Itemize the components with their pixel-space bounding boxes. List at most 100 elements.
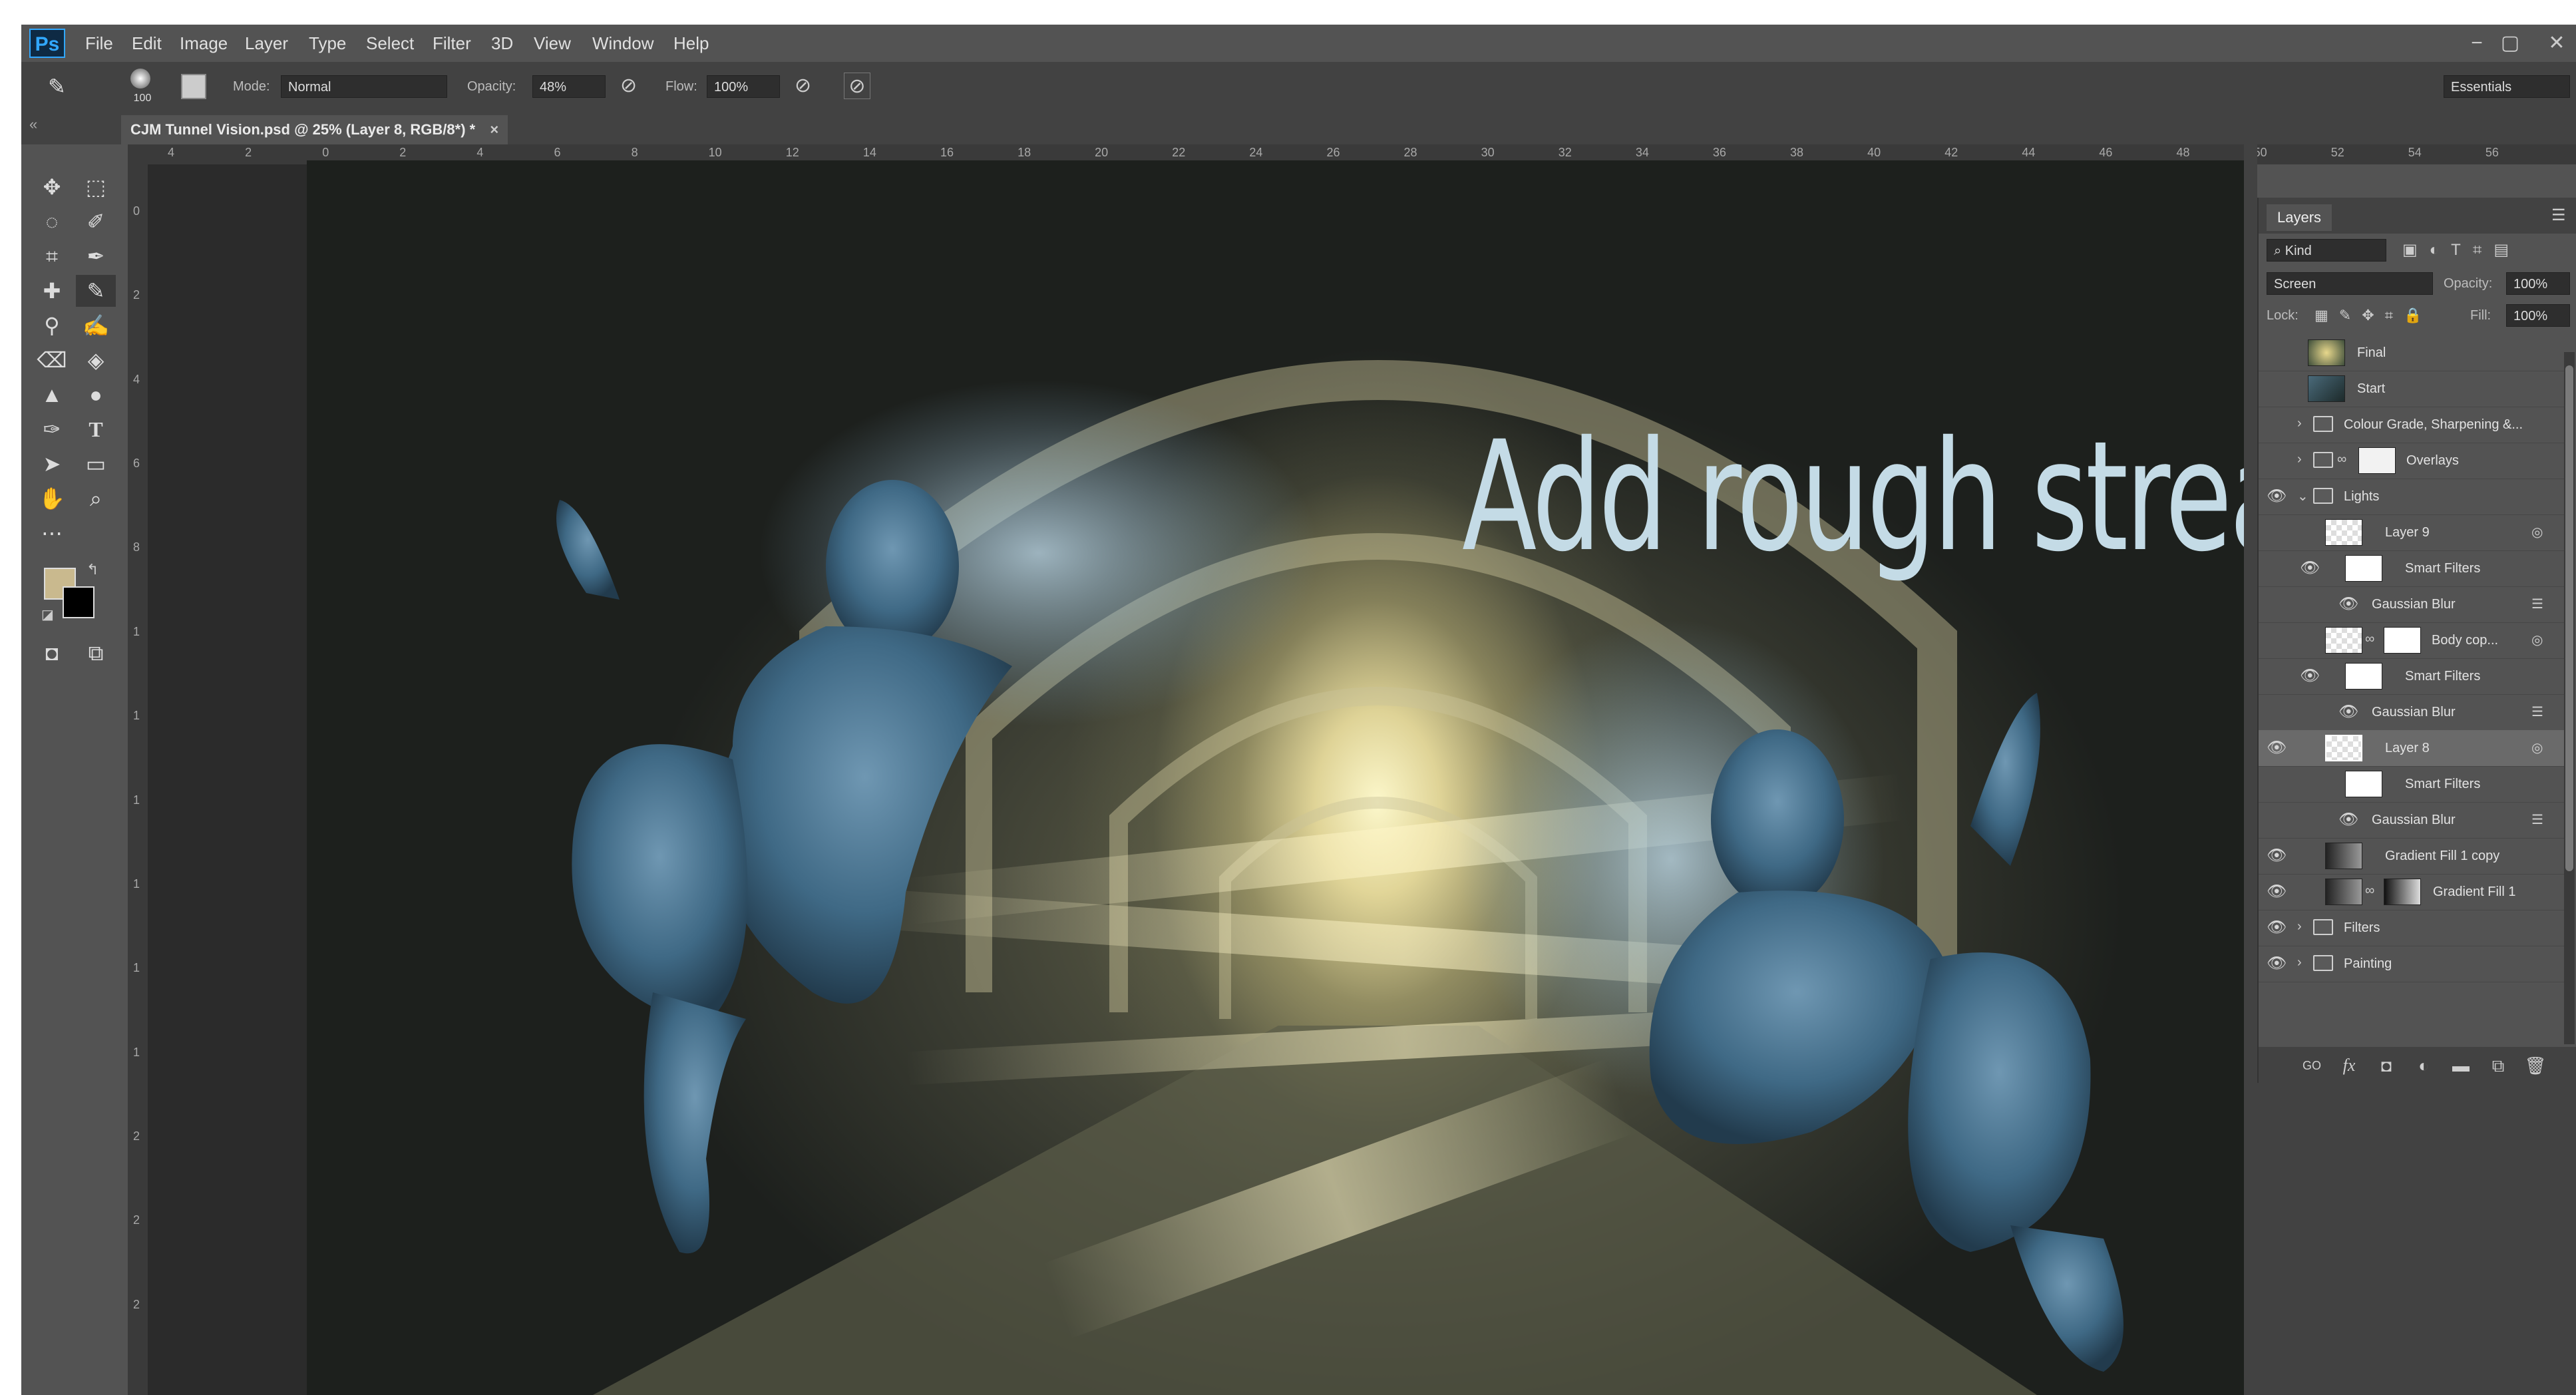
- history-brush-tool-icon[interactable]: ✍: [76, 309, 116, 341]
- path-selection-tool-icon[interactable]: ➤: [32, 448, 72, 480]
- layer-row-body-copy[interactable]: ∞ Body cop... ◎: [2259, 622, 2565, 659]
- expand-chevron-icon[interactable]: ›: [2297, 416, 2302, 431]
- clone-stamp-tool-icon[interactable]: ⚲: [32, 309, 72, 341]
- visibility-eye-icon[interactable]: 👁: [2267, 739, 2287, 757]
- background-color-swatch[interactable]: [63, 586, 94, 618]
- close-icon[interactable]: ✕: [2543, 30, 2570, 57]
- lasso-tool-icon[interactable]: ◌: [32, 206, 72, 238]
- visibility-toggle-empty[interactable]: [2267, 344, 2287, 361]
- layer-group-lights[interactable]: 👁 ⌄ Lights: [2259, 479, 2565, 515]
- layer-group-filters[interactable]: 👁 › Filters: [2259, 910, 2565, 946]
- brush-panel-icon[interactable]: [181, 74, 206, 99]
- quick-mask-icon[interactable]: ◘: [32, 637, 72, 669]
- marquee-tool-icon[interactable]: ⬚: [76, 171, 116, 203]
- hand-tool-icon[interactable]: ✋: [32, 483, 72, 514]
- mode-select[interactable]: Normal: [281, 75, 447, 98]
- layer-group-overlays[interactable]: › ∞ Overlays: [2259, 443, 2565, 479]
- filter-gaussian-blur[interactable]: 👁 Gaussian Blur ☰: [2259, 802, 2565, 839]
- link-layers-icon[interactable]: GO: [2299, 1052, 2325, 1079]
- layer-row-final[interactable]: Final: [2259, 335, 2565, 371]
- visibility-toggle-empty[interactable]: [2267, 524, 2287, 541]
- smart-filter-icon[interactable]: ◎: [2531, 739, 2543, 756]
- minimize-icon[interactable]: −: [2464, 30, 2490, 57]
- screen-mode-icon[interactable]: ⧉: [76, 637, 116, 669]
- visibility-toggle-empty[interactable]: [2267, 380, 2287, 397]
- dodge-tool-icon[interactable]: ●: [76, 379, 116, 411]
- panel-menu-icon[interactable]: ☰: [2551, 206, 2571, 226]
- visibility-eye-icon[interactable]: 👁: [2300, 560, 2320, 577]
- visibility-toggle-empty[interactable]: [2267, 632, 2287, 649]
- visibility-toggle-empty[interactable]: [2267, 452, 2287, 469]
- menu-3d[interactable]: 3D: [491, 25, 513, 62]
- menu-layer[interactable]: Layer: [245, 25, 288, 62]
- expand-chevron-icon[interactable]: ›: [2297, 452, 2302, 467]
- visibility-eye-icon[interactable]: 👁: [2338, 703, 2358, 721]
- document-tab[interactable]: CJM Tunnel Vision.psd @ 25% (Layer 8, RG…: [121, 115, 508, 144]
- smart-filters-row[interactable]: Smart Filters: [2259, 766, 2565, 803]
- eyedropper-tool-icon[interactable]: ✒: [76, 240, 116, 272]
- menu-edit[interactable]: Edit: [132, 25, 162, 62]
- layer-row-layer-9[interactable]: Layer 9 ◎: [2259, 514, 2565, 551]
- delete-layer-icon[interactable]: 🗑: [2522, 1052, 2549, 1079]
- pressure-opacity-icon[interactable]: ⊘: [620, 73, 647, 99]
- menu-image[interactable]: Image: [180, 25, 228, 62]
- brush-preset-picker[interactable]: 100: [121, 65, 161, 108]
- menu-filter[interactable]: Filter: [433, 25, 471, 62]
- menu-select[interactable]: Select: [366, 25, 414, 62]
- expand-chevron-icon[interactable]: ›: [2297, 919, 2302, 934]
- smart-filters-row[interactable]: 👁 Smart Filters: [2259, 658, 2565, 695]
- layer-group-painting[interactable]: 👁 › Painting: [2259, 946, 2565, 982]
- opacity-input[interactable]: 48%: [532, 75, 606, 98]
- visibility-eye-icon[interactable]: 👁: [2300, 668, 2320, 685]
- flow-input[interactable]: 100%: [707, 75, 780, 98]
- layers-scrollbar[interactable]: [2564, 352, 2575, 1044]
- maximize-icon[interactable]: ▢: [2497, 30, 2523, 57]
- brush-tool-icon[interactable]: ✎: [48, 71, 79, 102]
- layers-scroll-thumb[interactable]: [2565, 365, 2573, 871]
- layer-filter-select[interactable]: ⌕ Kind: [2267, 239, 2386, 262]
- visibility-eye-icon[interactable]: 👁: [2338, 596, 2358, 613]
- visibility-eye-icon[interactable]: 👁: [2267, 847, 2287, 865]
- menu-file[interactable]: File: [85, 25, 113, 62]
- swap-colors-icon[interactable]: ↰: [87, 561, 104, 578]
- layer-style-icon[interactable]: fx: [2336, 1052, 2362, 1079]
- visibility-eye-icon[interactable]: 👁: [2267, 883, 2287, 900]
- filter-options-icon[interactable]: ☰: [2531, 596, 2543, 612]
- visibility-eye-icon[interactable]: 👁: [2267, 488, 2287, 505]
- menu-type[interactable]: Type: [309, 25, 346, 62]
- pen-tool-icon[interactable]: ✑: [32, 413, 72, 445]
- filter-options-icon[interactable]: ☰: [2531, 703, 2543, 720]
- default-colors-icon[interactable]: ◪: [41, 606, 59, 624]
- collapse-panels-icon[interactable]: «: [21, 111, 121, 144]
- menu-window[interactable]: Window: [592, 25, 653, 62]
- type-tool-icon[interactable]: T: [76, 413, 116, 445]
- workspace-select[interactable]: Essentials: [2444, 75, 2570, 98]
- filter-gaussian-blur[interactable]: 👁 Gaussian Blur ☰: [2259, 694, 2565, 731]
- rectangle-tool-icon[interactable]: ▭: [76, 448, 116, 480]
- filter-options-icon[interactable]: ☰: [2531, 811, 2543, 828]
- new-layer-icon[interactable]: ⧉: [2485, 1052, 2511, 1079]
- menu-help[interactable]: Help: [673, 25, 709, 62]
- quick-selection-tool-icon[interactable]: ✐: [76, 206, 116, 238]
- collapse-chevron-icon[interactable]: ⌄: [2297, 488, 2308, 504]
- fill-input[interactable]: 100%: [2506, 304, 2570, 327]
- tab-close-icon[interactable]: ×: [490, 121, 498, 138]
- document-canvas[interactable]: Add rough streaks.: [307, 160, 2253, 1395]
- smart-filters-row[interactable]: 👁 Smart Filters: [2259, 550, 2565, 587]
- blur-tool-icon[interactable]: ▲: [32, 379, 72, 411]
- smart-filter-icon[interactable]: ◎: [2531, 524, 2543, 540]
- airbrush-icon[interactable]: ⊘: [795, 73, 821, 99]
- crop-tool-icon[interactable]: ⌗: [32, 240, 72, 272]
- eraser-tool-icon[interactable]: ⌫: [32, 344, 72, 376]
- layer-row-gradient-fill-1-copy[interactable]: 👁 Gradient Fill 1 copy: [2259, 838, 2565, 875]
- blend-mode-select[interactable]: Screen: [2267, 272, 2433, 295]
- brush-tool-active-icon[interactable]: ✎: [76, 275, 116, 307]
- layer-row-start[interactable]: Start: [2259, 371, 2565, 407]
- lock-icons[interactable]: ▦✎✥⌗🔒: [2314, 304, 2461, 327]
- add-mask-icon[interactable]: ◘: [2373, 1052, 2400, 1079]
- move-tool-icon[interactable]: ✥: [32, 171, 72, 203]
- filter-gaussian-blur[interactable]: 👁 Gaussian Blur ☰: [2259, 586, 2565, 623]
- visibility-eye-icon[interactable]: 👁: [2267, 919, 2287, 936]
- zoom-tool-icon[interactable]: ⌕: [76, 483, 116, 514]
- visibility-eye-icon[interactable]: 👁: [2338, 811, 2358, 829]
